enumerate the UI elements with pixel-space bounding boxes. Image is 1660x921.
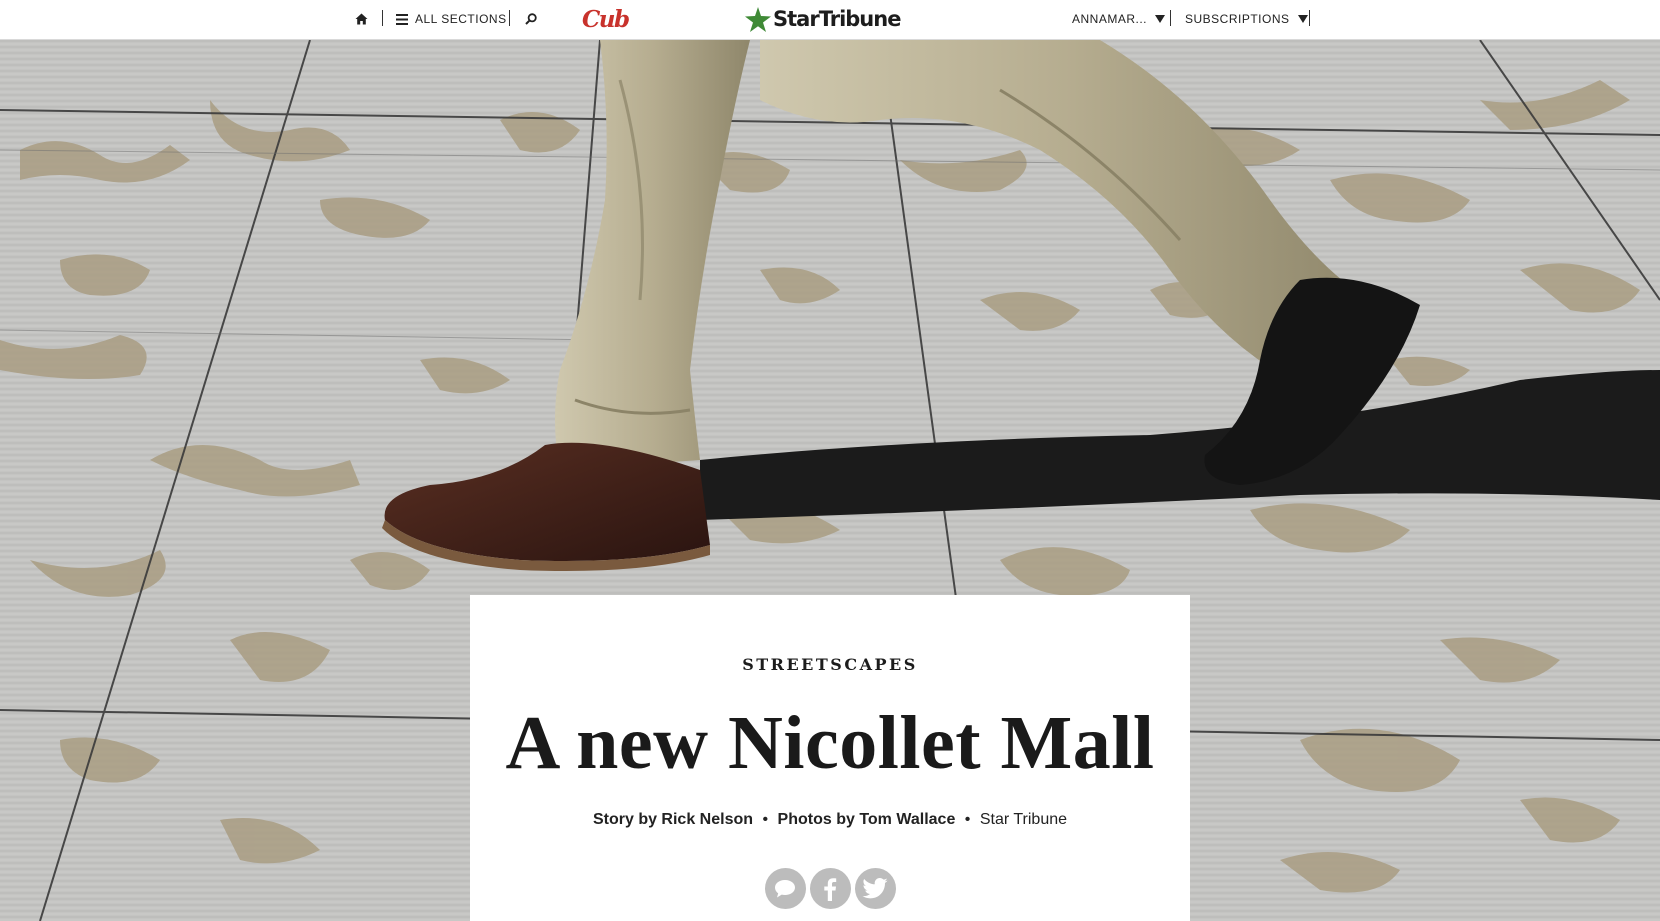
startribune-logo-text: StarTribune bbox=[773, 7, 901, 31]
comment-icon bbox=[775, 879, 795, 897]
caret-down-icon bbox=[1155, 15, 1166, 23]
all-sections-button[interactable]: ALL SECTIONS bbox=[396, 0, 507, 38]
page-title: A new Nicollet Mall bbox=[505, 701, 1155, 785]
star-icon bbox=[745, 6, 771, 32]
home-button[interactable] bbox=[352, 0, 370, 38]
caret-down-icon bbox=[1297, 15, 1308, 23]
account-label: ANNAMAR... bbox=[1072, 12, 1148, 26]
comment-button[interactable] bbox=[764, 868, 806, 909]
byline-outlet: Star Tribune bbox=[979, 811, 1068, 828]
subscriptions-label: SUBSCRIPTIONS bbox=[1185, 12, 1290, 26]
facebook-share-button[interactable] bbox=[809, 868, 851, 909]
all-sections-label: ALL SECTIONS bbox=[415, 12, 507, 26]
search-icon bbox=[525, 13, 537, 25]
facebook-icon bbox=[824, 877, 837, 901]
nav-divider bbox=[509, 10, 510, 26]
subscriptions-menu[interactable]: SUBSCRIPTIONS bbox=[1185, 0, 1308, 38]
home-icon bbox=[355, 13, 367, 25]
top-navigation: ALL SECTIONS Cub StarTribune ANNAMAR... … bbox=[0, 0, 1660, 40]
search-button[interactable] bbox=[523, 0, 539, 38]
headline-card: STREETSCAPES A new Nicollet Mall Story b… bbox=[470, 595, 1190, 921]
menu-icon bbox=[396, 13, 408, 25]
nav-divider bbox=[382, 10, 383, 26]
sponsor-logo-text: Cub bbox=[582, 5, 630, 33]
sponsor-logo[interactable]: Cub bbox=[582, 0, 630, 38]
byline: Story by Rick Nelson • Photos by Tom Wal… bbox=[470, 811, 1190, 829]
twitter-icon bbox=[862, 878, 888, 899]
nav-divider bbox=[1170, 10, 1171, 26]
section-kicker[interactable]: STREETSCAPES bbox=[470, 655, 1190, 674]
byline-separator: • bbox=[762, 811, 769, 828]
byline-story: Story by Rick Nelson bbox=[592, 811, 754, 828]
twitter-share-button[interactable] bbox=[854, 868, 896, 909]
startribune-logo[interactable]: StarTribune bbox=[745, 0, 901, 38]
nav-divider bbox=[1309, 10, 1310, 26]
account-menu[interactable]: ANNAMAR... bbox=[1072, 0, 1166, 38]
byline-photos: Photos by Tom Wallace bbox=[777, 811, 956, 828]
byline-separator: • bbox=[964, 811, 971, 828]
share-buttons bbox=[470, 868, 1190, 909]
